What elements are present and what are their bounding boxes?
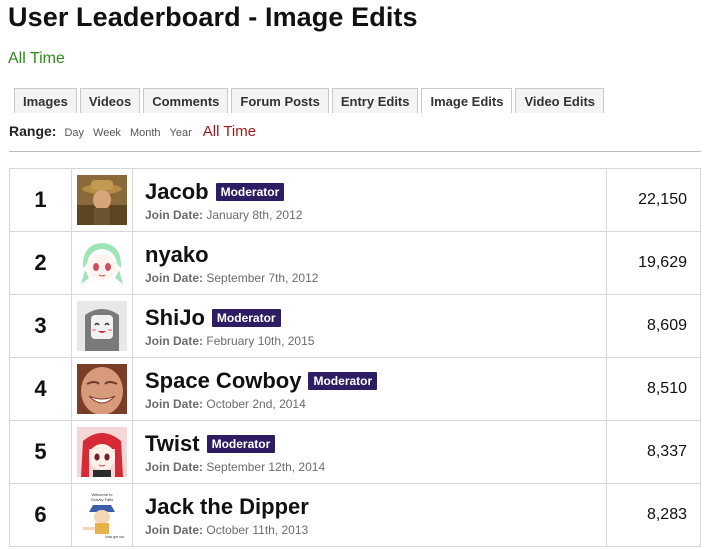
leaderboard-table: 1 Jacob Moderator Join Date: January 8th… [9, 168, 701, 547]
range-all-time-link[interactable]: All Time [203, 123, 256, 140]
username-link[interactable]: Jack the Dipper [145, 494, 309, 520]
username-link[interactable]: Jacob [145, 179, 209, 205]
tab-entry-edits[interactable]: Entry Edits [331, 88, 419, 113]
rank-cell: 1 [9, 168, 72, 232]
table-row: 3 ShiJo Moderator Join Date: February 10… [9, 294, 701, 358]
cartoon-kid-avatar-icon[interactable]: Welcome to Gravity Falls Now get out. [77, 490, 127, 540]
anime-girl-avatar-icon[interactable] [77, 238, 127, 288]
username-link[interactable]: nyako [145, 242, 209, 268]
rank-cell: 3 [9, 294, 72, 358]
range-month-link[interactable]: Month [130, 127, 161, 139]
username-link[interactable]: Space Cowboy [145, 368, 301, 394]
table-row: 5 Twist Moderator Join Date: September 1… [9, 420, 701, 484]
username-link[interactable]: Twist [145, 431, 200, 457]
username-link[interactable]: ShiJo [145, 305, 205, 331]
table-row: 1 Jacob Moderator Join Date: January 8th… [9, 168, 701, 232]
divider [9, 151, 701, 152]
explorer-avatar-icon[interactable] [77, 175, 127, 225]
table-row: 6 Welcome to Gravity Falls Now get out. … [9, 483, 701, 547]
tab-images[interactable]: Images [14, 88, 77, 113]
moderator-badge: Moderator [215, 182, 285, 201]
period-link[interactable]: All Time [8, 50, 65, 68]
edit-count: 22,150 [606, 168, 701, 232]
range-filter: Range: Day Week Month Year All Time [9, 123, 265, 140]
moderator-badge: Moderator [206, 434, 276, 453]
edit-count: 8,283 [606, 483, 701, 547]
join-date-value: October 2nd, 2014 [206, 396, 306, 411]
moderator-badge: Moderator [211, 308, 281, 327]
join-date-value: October 11th, 2013 [206, 522, 309, 537]
moderator-badge: Moderator [308, 371, 378, 390]
edit-count: 8,510 [606, 357, 701, 421]
join-date-value: September 7th, 2012 [206, 270, 319, 285]
edit-count: 8,609 [606, 294, 701, 358]
tab-image-edits[interactable]: Image Edits [421, 88, 513, 113]
range-year-link[interactable]: Year [170, 127, 192, 139]
range-label: Range: [9, 123, 57, 139]
tab-comments[interactable]: Comments [143, 88, 229, 113]
smiling-face-avatar-icon[interactable] [77, 364, 127, 414]
join-date-value: January 8th, 2012 [206, 207, 303, 222]
svg-text:Now get out.: Now get out. [105, 535, 125, 539]
rank-cell: 4 [9, 357, 72, 421]
join-date-label: Join Date: [145, 459, 204, 474]
table-row: 4 Space Cowboy Moderator Join Date: Octo… [9, 357, 701, 421]
range-day-link[interactable]: Day [64, 127, 84, 139]
range-week-link[interactable]: Week [93, 127, 121, 139]
rank-cell: 5 [9, 420, 72, 484]
gray-robot-avatar-icon[interactable] [77, 301, 127, 351]
svg-text:Gravity Falls: Gravity Falls [91, 497, 113, 502]
join-date-value: September 12th, 2014 [206, 459, 326, 474]
page-title: User Leaderboard - Image Edits [8, 2, 418, 32]
join-date-label: Join Date: [145, 333, 204, 348]
join-date-label: Join Date: [145, 522, 204, 537]
edit-count: 19,629 [606, 231, 701, 295]
join-date-label: Join Date: [145, 396, 204, 411]
rank-cell: 6 [9, 483, 72, 547]
category-tabs: Images Videos Comments Forum Posts Entry… [14, 88, 605, 113]
red-hair-anime-avatar-icon[interactable] [77, 427, 127, 477]
tab-videos[interactable]: Videos [79, 88, 141, 113]
join-date-value: February 10th, 2015 [206, 333, 315, 348]
join-date-label: Join Date: [145, 270, 204, 285]
rank-cell: 2 [9, 231, 72, 295]
edit-count: 8,337 [606, 420, 701, 484]
join-date-label: Join Date: [145, 207, 204, 222]
table-row: 2 nyako Join Date: September 7th, 2012 1… [9, 231, 701, 295]
tab-video-edits[interactable]: Video Edits [515, 88, 605, 113]
tab-forum-posts[interactable]: Forum Posts [231, 88, 329, 113]
